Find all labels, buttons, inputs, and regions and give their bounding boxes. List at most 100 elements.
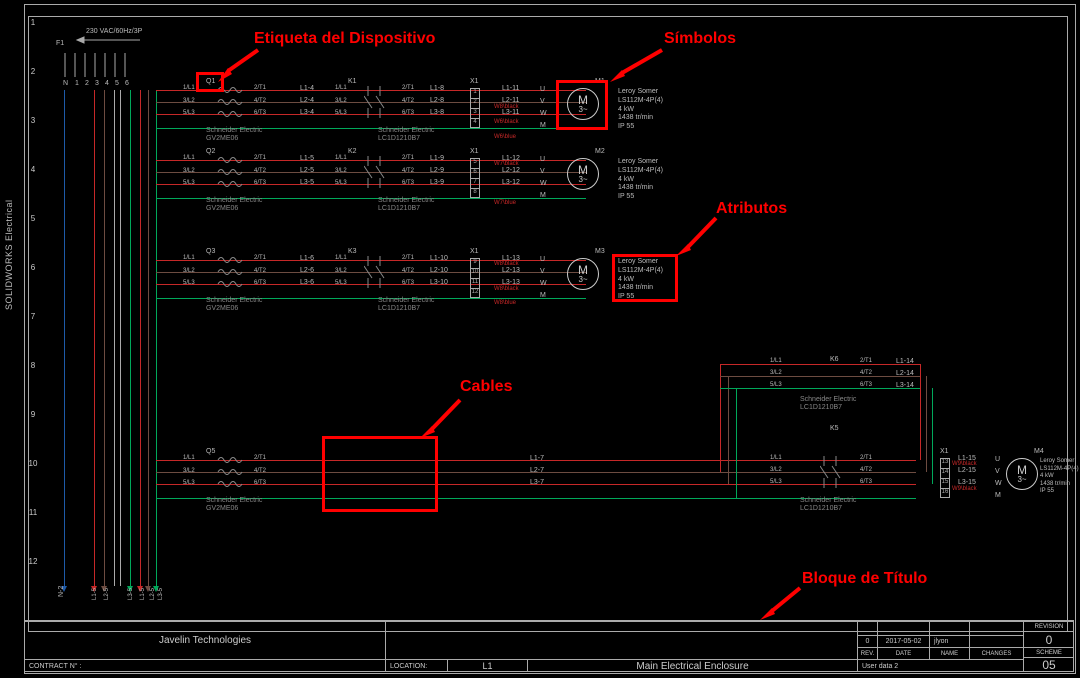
term: 5/L3 (335, 180, 347, 186)
attr: 4 kW (1040, 473, 1079, 481)
term: 3/L2 (335, 268, 347, 274)
cable-label: L3-13 (502, 279, 520, 286)
term: 6/T3 (860, 382, 872, 388)
term: 5/L3 (335, 280, 347, 286)
motor-tag: M2 (595, 148, 605, 155)
ruler-num: 5 (26, 214, 40, 263)
cable-label: L1-5 (300, 155, 314, 162)
terminal: 12 (471, 289, 479, 299)
cable-label: L3-11 (502, 109, 519, 116)
terminal: 4 (471, 119, 479, 129)
term: 4/T2 (860, 467, 872, 473)
term: 4/T2 (254, 468, 266, 474)
wire (720, 364, 920, 365)
uvw: V (540, 168, 545, 175)
mfr: Schneider Electric (206, 497, 262, 504)
uvw: U (540, 156, 545, 163)
location-value: L1 (447, 659, 527, 672)
wire (736, 388, 737, 498)
title-block: Javelin Technologies CONTRACT N° : LOCAT… (24, 620, 1074, 672)
terminal-strip: 1 2 3 4 (470, 88, 480, 128)
bus-L3 (130, 90, 131, 586)
bus-label: L2-5 (104, 588, 110, 600)
inner-border (28, 16, 1068, 632)
terminal: 3 (471, 109, 479, 119)
attr: 1438 tr/min (618, 114, 663, 123)
bus-label: L1-5 (140, 588, 146, 600)
attr: 1438 tr/min (1040, 481, 1079, 489)
supply-arrows-icon (60, 35, 150, 90)
cable-label: L3-4 (300, 109, 314, 116)
uvw: U (995, 456, 1000, 463)
uvw: M (540, 192, 546, 199)
motor-tag: M4 (1034, 448, 1044, 455)
uvw: V (995, 468, 1000, 475)
device-tag-q5: Q5 (206, 448, 215, 455)
arrow-icon (760, 586, 804, 620)
user-data: User data 2 (857, 659, 1023, 672)
bus-L2 (104, 90, 105, 586)
device-tag-q3: Q3 (206, 248, 215, 255)
term: 6/T3 (254, 480, 266, 486)
drawing-sheet: SOLIDWORKS Electrical 1 2 3 4 5 6 7 8 9 … (0, 0, 1080, 678)
uvw: V (540, 268, 545, 275)
terminal: 1 (471, 89, 479, 99)
term: 6/T3 (254, 280, 266, 286)
term: 6/T3 (860, 479, 872, 485)
callout-attributes: Atributos (716, 200, 787, 218)
motor-symbol-m3: M3~ (567, 258, 599, 290)
terminal: 6 (471, 169, 479, 179)
revision-label: REVISION (1023, 621, 1074, 631)
term: 6/T3 (402, 180, 414, 186)
term: 3/L2 (770, 370, 782, 376)
ruler-num: 10 (26, 459, 40, 508)
attr: 4 kW (618, 106, 663, 115)
part: GV2ME06 (206, 305, 238, 312)
term: 1/L1 (183, 255, 195, 261)
contactor-symbol (820, 456, 850, 496)
cable-label: L1-6 (300, 255, 314, 262)
rev-name: jlyon (929, 635, 969, 647)
term: 2/T1 (254, 155, 266, 161)
terminal-strip: 9 10 11 12 (470, 258, 480, 298)
term: 6/T3 (254, 180, 266, 186)
hdr-changes: CHANGES (969, 647, 1023, 659)
wire (926, 376, 927, 472)
attr: IP 55 (1040, 488, 1079, 496)
cable-label: L3-5 (300, 179, 314, 186)
term: 3/L2 (183, 168, 195, 174)
mfr: Schneider Electric (800, 396, 856, 403)
ruler-num: 7 (26, 312, 40, 361)
terminal-strip-x1: X1 (470, 148, 479, 155)
wire (932, 388, 933, 484)
motor-tag: M3 (595, 248, 605, 255)
hdr-rev: REV. (857, 647, 877, 659)
callout-cables: Cables (460, 378, 512, 396)
motor-attributes: Leroy Somer LS112M-4P(4) 4 kW 1438 tr/mi… (1040, 458, 1079, 496)
uvw: W (995, 480, 1002, 487)
description: Main Electrical Enclosure (527, 659, 857, 672)
wire-color: W8\black (494, 261, 519, 267)
uvw: M (540, 122, 546, 129)
cable-label: L1-14 (896, 358, 914, 365)
cable-label: L3-15 (958, 479, 976, 486)
term: 4/T2 (402, 168, 414, 174)
rev-changes (969, 635, 1023, 647)
bus-L2b (148, 90, 149, 586)
attr: Leroy Somer (618, 158, 663, 167)
mfr: Schneider Electric (800, 497, 856, 504)
device-tag-k5: K5 (830, 425, 839, 432)
motor-symbol-m4: M3~ (1006, 458, 1038, 490)
part: LC1D1210B7 (378, 135, 420, 142)
blank (969, 621, 1023, 635)
contactor-symbol (364, 256, 394, 296)
terminal-strip-x1: X1 (940, 448, 949, 455)
bus-label: L2-5 (150, 588, 156, 600)
cable-label: L2-8 (430, 97, 444, 104)
term: 2/T1 (254, 255, 266, 261)
arrow-icon (610, 48, 666, 82)
bus-pe2 (120, 90, 121, 586)
terminal: 15 (941, 479, 949, 489)
breaker-symbol (216, 456, 256, 496)
contactor-symbol (364, 156, 394, 196)
